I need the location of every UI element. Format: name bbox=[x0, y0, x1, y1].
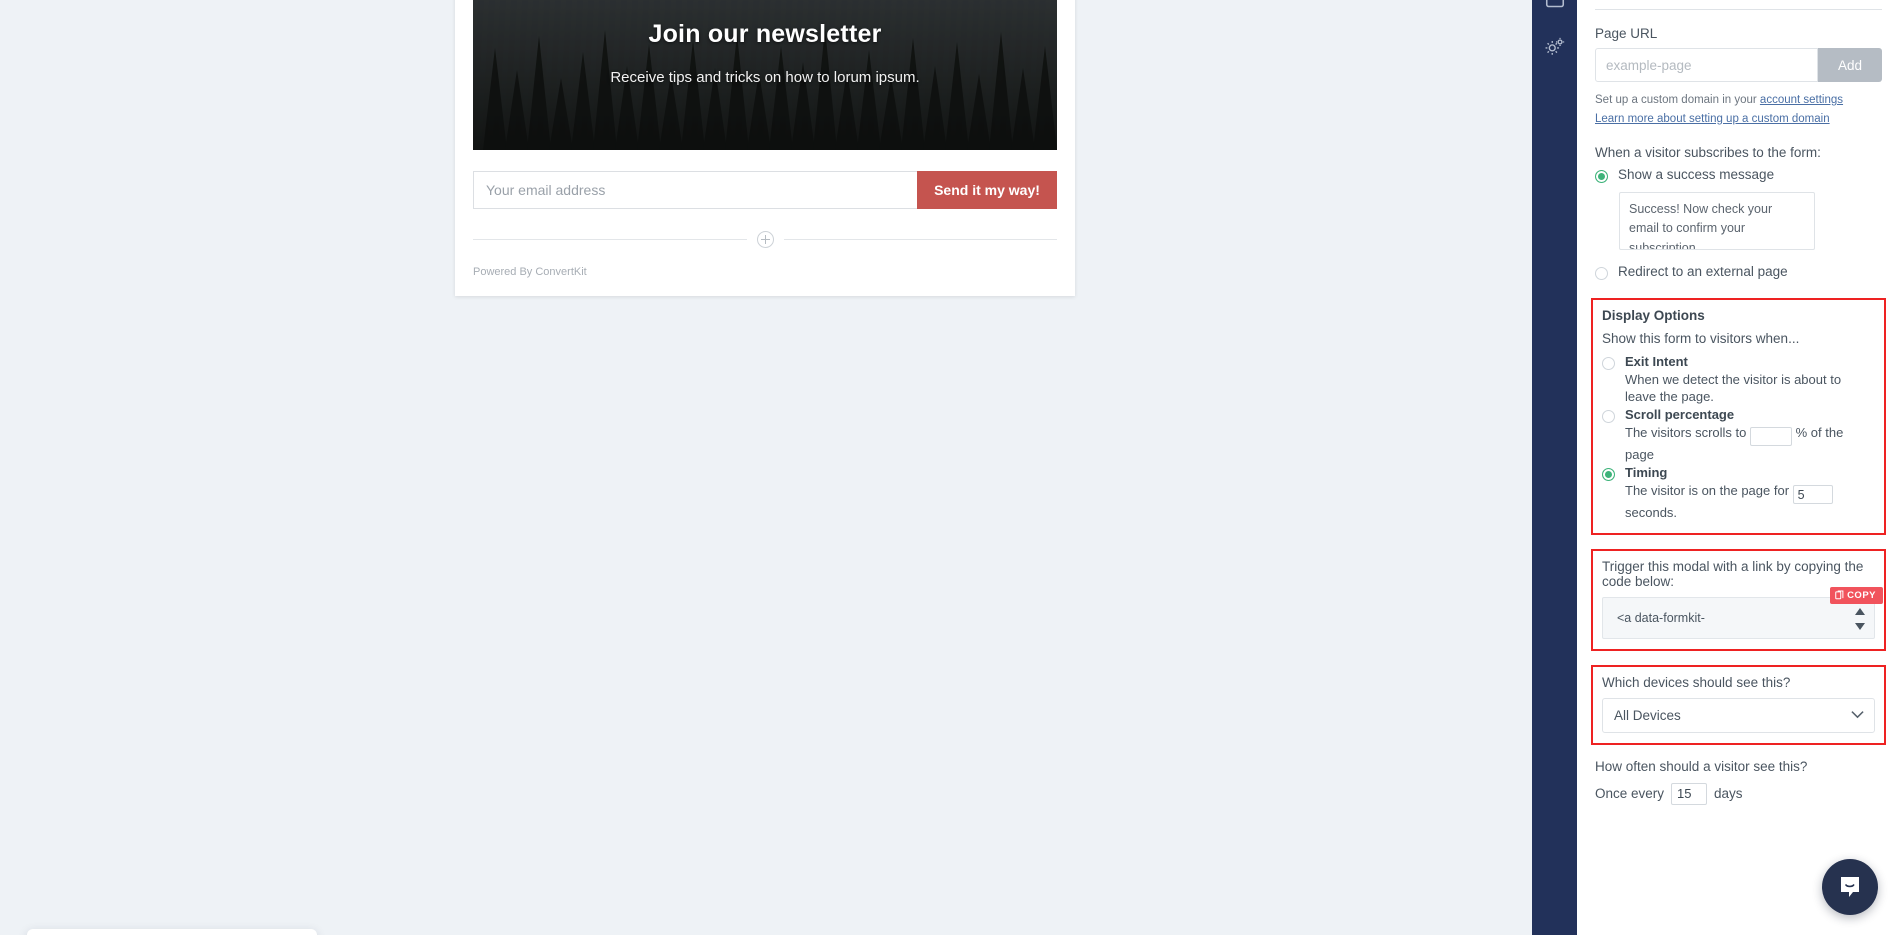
timing-body: Timing The visitor is on the page for se… bbox=[1625, 465, 1875, 522]
success-message-textarea[interactable]: Success! Now check your email to confirm… bbox=[1619, 191, 1815, 250]
trigger-code-group: Trigger this modal with a link by copyin… bbox=[1591, 548, 1886, 651]
gear-settings-icon[interactable] bbox=[1544, 36, 1566, 58]
radio-redirect-external[interactable] bbox=[1595, 266, 1608, 280]
forms-icon[interactable] bbox=[1544, 0, 1566, 12]
devices-label: Which devices should see this? bbox=[1602, 674, 1791, 690]
timing-desc-before: The visitor is on the page for bbox=[1625, 482, 1790, 498]
onboarding-widget[interactable]: Add your first subscriber bbox=[27, 929, 317, 935]
exit-intent-option[interactable]: Exit Intent When we detect the visitor i… bbox=[1602, 354, 1875, 406]
display-options-subtitle: Show this form to visitors when... bbox=[1602, 330, 1800, 346]
frequency-prefix: Once every bbox=[1595, 786, 1665, 802]
divider-line-left bbox=[473, 239, 747, 240]
frequency-suffix: days bbox=[1714, 786, 1743, 802]
frequency-label: How often should a visitor see this? bbox=[1595, 758, 1808, 774]
chat-bubble-icon bbox=[1841, 877, 1859, 897]
hero-banner: Join our newsletter Receive tips and tri… bbox=[473, 0, 1057, 150]
intercom-chat-button[interactable] bbox=[1822, 859, 1878, 915]
panel-top-spacer bbox=[1595, 0, 1882, 8]
add-page-url-button[interactable]: Add bbox=[1818, 48, 1882, 82]
radio-timing[interactable] bbox=[1602, 467, 1615, 481]
custom-domain-help: Set up a custom domain in your account s… bbox=[1595, 91, 1882, 129]
radio-exit-intent[interactable] bbox=[1602, 356, 1615, 370]
page-url-label: Page URL bbox=[1595, 26, 1658, 41]
email-input[interactable] bbox=[473, 171, 917, 209]
scroll-percentage-option[interactable]: Scroll percentage The visitors scrolls t… bbox=[1602, 407, 1875, 464]
radio-scroll-percentage[interactable] bbox=[1602, 409, 1615, 423]
exit-intent-body: Exit Intent When we detect the visitor i… bbox=[1625, 354, 1875, 406]
timing-name: Timing bbox=[1625, 464, 1668, 480]
app-root: Join our newsletter Receive tips and tri… bbox=[0, 0, 1900, 935]
add-block-divider bbox=[473, 231, 1057, 248]
frequency-row: Once every days bbox=[1595, 782, 1882, 805]
form-preview-area: Join our newsletter Receive tips and tri… bbox=[0, 0, 1560, 935]
scroll-percentage-input[interactable] bbox=[1750, 427, 1792, 447]
divider-line-right bbox=[783, 239, 1057, 240]
account-settings-link[interactable]: account settings bbox=[1760, 94, 1843, 106]
redirect-option[interactable]: Redirect to an external page bbox=[1595, 264, 1882, 280]
timing-seconds-input[interactable] bbox=[1792, 485, 1833, 505]
hero-title: Join our newsletter bbox=[648, 20, 882, 48]
frequency-days-input[interactable] bbox=[1671, 782, 1708, 805]
devices-select[interactable]: All Devices Desktop Only Mobile Only bbox=[1602, 697, 1875, 733]
timing-option[interactable]: Timing The visitor is on the page for se… bbox=[1602, 465, 1875, 522]
hero-content: Join our newsletter Receive tips and tri… bbox=[473, 0, 1057, 86]
copy-code-button[interactable]: COPY bbox=[1830, 586, 1883, 604]
code-scroll-arrows-icon[interactable] bbox=[1854, 606, 1866, 632]
hero-subtitle: Receive tips and tricks on how to lorum … bbox=[610, 69, 920, 86]
exit-intent-description: When we detect the visitor is about to l… bbox=[1625, 371, 1842, 405]
scroll-percentage-body: Scroll percentage The visitors scrolls t… bbox=[1625, 407, 1875, 464]
trigger-code-field[interactable]: <a data-formkit- COPY bbox=[1602, 586, 1883, 639]
subscribe-row: Send it my way! bbox=[473, 171, 1057, 209]
previous-field-bottom-edge bbox=[1595, 8, 1882, 10]
submit-button[interactable]: Send it my way! bbox=[917, 171, 1057, 209]
devices-select-wrap: All Devices Desktop Only Mobile Only bbox=[1602, 697, 1875, 733]
exit-intent-name: Exit Intent bbox=[1625, 353, 1688, 369]
timing-description: The visitor is on the page for seconds. bbox=[1625, 482, 1875, 522]
page-url-row: Add bbox=[1595, 48, 1882, 82]
page-url-input[interactable] bbox=[1595, 48, 1818, 82]
subscribe-action-label: When a visitor subscribes to the form: bbox=[1595, 144, 1821, 160]
radio-success-message[interactable] bbox=[1595, 169, 1608, 183]
success-message-option[interactable]: Show a success message bbox=[1595, 167, 1882, 183]
scroll-desc-before: The visitors scrolls to bbox=[1625, 424, 1747, 440]
scroll-percentage-name: Scroll percentage bbox=[1625, 406, 1735, 422]
timing-desc-after: seconds. bbox=[1625, 505, 1678, 521]
trigger-code-label: Trigger this modal with a link by copyin… bbox=[1602, 558, 1864, 589]
redirect-label: Redirect to an external page bbox=[1618, 263, 1788, 279]
settings-panel: Page URL Add Set up a custom domain in y… bbox=[1577, 0, 1900, 935]
learn-more-domain-link[interactable]: Learn more about setting up a custom dom… bbox=[1595, 113, 1830, 125]
custom-domain-help-text: Set up a custom domain in your bbox=[1595, 94, 1760, 106]
modal-inner: Join our newsletter Receive tips and tri… bbox=[455, 0, 1075, 296]
devices-group: Which devices should see this? All Devic… bbox=[1591, 664, 1886, 745]
success-message-label: Show a success message bbox=[1618, 166, 1775, 182]
display-options-group: Display Options Show this form to visito… bbox=[1591, 297, 1886, 535]
powered-by-label: Powered By ConvertKit bbox=[473, 266, 587, 278]
plus-circle-icon[interactable] bbox=[756, 231, 774, 248]
scroll-percentage-description: The visitors scrolls to % of the page bbox=[1625, 424, 1875, 464]
clipboard-icon bbox=[1835, 590, 1844, 600]
left-nav-rail bbox=[1532, 0, 1577, 935]
newsletter-modal-card: Join our newsletter Receive tips and tri… bbox=[455, 0, 1075, 296]
display-options-title: Display Options bbox=[1602, 307, 1705, 323]
copy-code-label: COPY bbox=[1847, 589, 1876, 601]
